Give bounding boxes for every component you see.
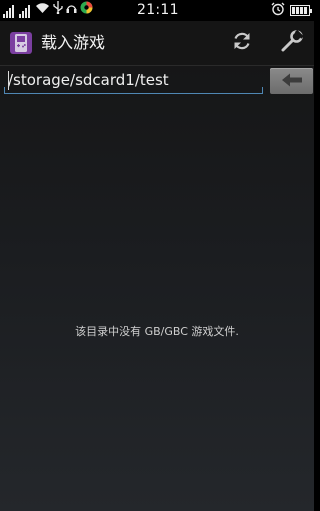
text-cursor	[8, 71, 9, 90]
refresh-button[interactable]	[228, 29, 256, 57]
status-left-icons	[3, 0, 96, 18]
usb-icon	[53, 0, 63, 18]
screen: 21:11 载入游戏 /storage/sdcard1/test 该目录中没有 …	[0, 0, 314, 511]
gameboy-app-icon	[9, 31, 33, 55]
signal-icon	[3, 4, 15, 18]
action-bar: 载入游戏	[0, 21, 314, 66]
refresh-icon	[231, 30, 253, 56]
signal-icon-2	[19, 4, 31, 18]
settings-button[interactable]	[278, 29, 306, 57]
alarm-icon	[271, 1, 285, 20]
status-right-icons	[271, 1, 312, 20]
back-arrow-icon	[281, 72, 303, 91]
back-button[interactable]	[270, 68, 313, 94]
path-value: /storage/sdcard1/test	[8, 71, 169, 89]
app-title: 载入游戏	[41, 33, 106, 52]
empty-folder-message: 该目录中没有 GB/GBC 游戏文件.	[75, 325, 239, 338]
wifi-icon	[35, 0, 50, 18]
battery-icon	[290, 5, 312, 16]
wrench-icon	[280, 29, 304, 57]
status-bar: 21:11	[0, 0, 314, 21]
sync-colorful-icon	[80, 0, 93, 18]
status-time: 21:11	[137, 2, 179, 18]
headset-icon	[66, 0, 77, 18]
path-input[interactable]: /storage/sdcard1/test	[4, 67, 263, 94]
